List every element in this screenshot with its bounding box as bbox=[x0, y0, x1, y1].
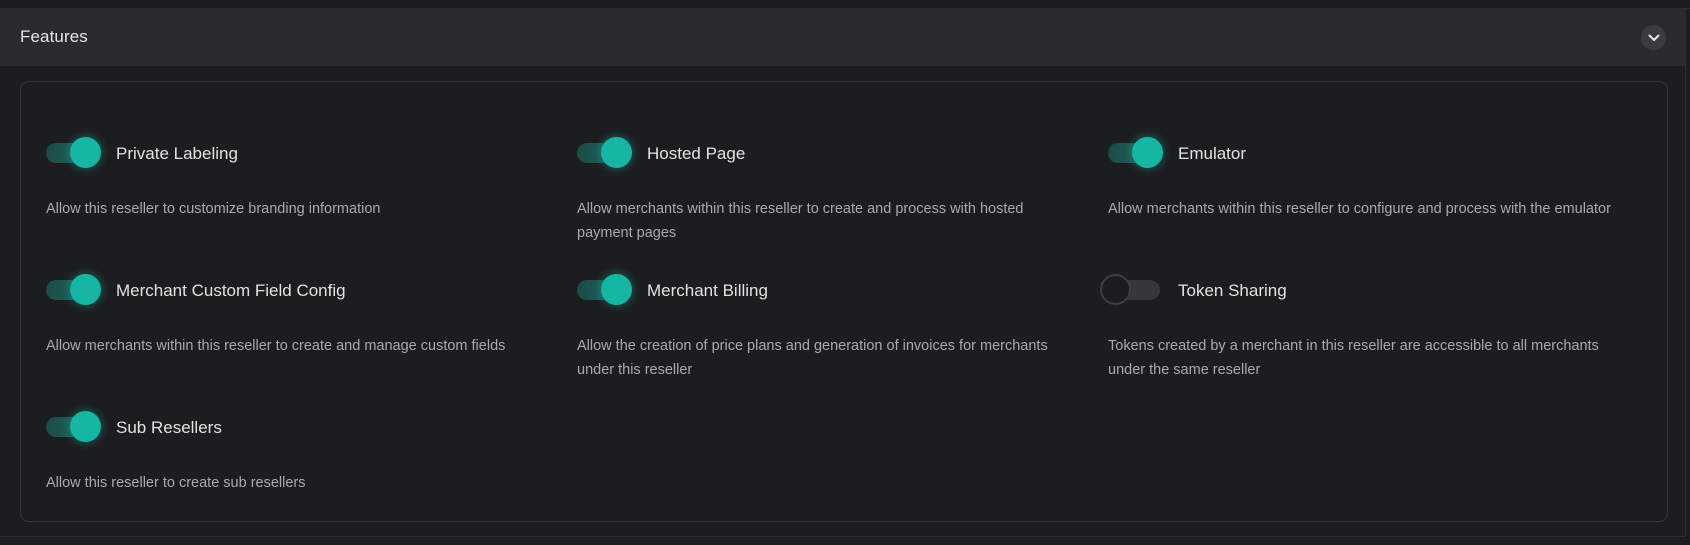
feature-description: Allow this reseller to create sub resell… bbox=[46, 475, 306, 491]
merchant-custom-field-config-toggle[interactable] bbox=[46, 273, 102, 307]
emulator-toggle[interactable] bbox=[1108, 136, 1164, 170]
feature-label: Emulator bbox=[1178, 144, 1247, 163]
feature-description: Allow this reseller to customize brandin… bbox=[46, 201, 381, 217]
top-divider bbox=[0, 0, 1690, 9]
feature-label: Sub Resellers bbox=[116, 418, 222, 437]
toggle-knob bbox=[1100, 274, 1131, 305]
features-panel: Features Private Labeling Allow this res… bbox=[0, 9, 1686, 537]
features-panel-header[interactable]: Features bbox=[0, 9, 1686, 66]
feature-label: Merchant Custom Field Config bbox=[116, 281, 346, 300]
toggle-knob bbox=[70, 137, 101, 168]
feature-label: Hosted Page bbox=[647, 144, 746, 163]
feature-description: Allow the creation of price plans and ge… bbox=[577, 338, 1048, 378]
sub-resellers-toggle[interactable] bbox=[46, 410, 102, 444]
feature-description: Allow merchants within this reseller to … bbox=[1108, 201, 1611, 217]
toggle-knob bbox=[70, 274, 101, 305]
feature-label: Token Sharing bbox=[1178, 281, 1287, 300]
feature-description: Allow merchants within this reseller to … bbox=[577, 201, 1024, 241]
feature-description: Allow merchants within this reseller to … bbox=[46, 338, 506, 354]
toggle-knob bbox=[601, 274, 632, 305]
feature-label: Merchant Billing bbox=[647, 281, 768, 300]
merchant-billing-toggle[interactable] bbox=[577, 273, 633, 307]
collapse-button[interactable] bbox=[1641, 25, 1666, 50]
features-grid: Private Labeling Allow this reseller to … bbox=[20, 81, 1668, 522]
feature-label: Private Labeling bbox=[116, 144, 238, 163]
toggle-knob bbox=[1132, 137, 1163, 168]
hosted-page-toggle[interactable] bbox=[577, 136, 633, 170]
page: Features Private Labeling Allow this res… bbox=[0, 0, 1690, 545]
toggle-knob bbox=[70, 411, 101, 442]
chevron-down-icon bbox=[1648, 34, 1659, 41]
toggle-knob bbox=[601, 137, 632, 168]
panel-title: Features bbox=[20, 27, 88, 46]
feature-description: Tokens created by a merchant in this res… bbox=[1108, 338, 1599, 378]
private-labeling-toggle[interactable] bbox=[46, 136, 102, 170]
token-sharing-toggle[interactable] bbox=[1100, 273, 1164, 307]
